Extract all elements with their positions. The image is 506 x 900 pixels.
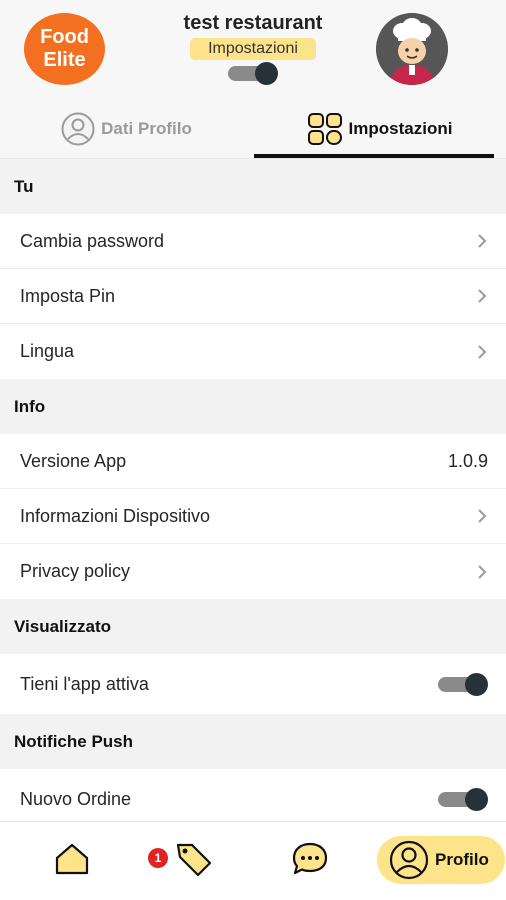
user-circle-icon: [61, 112, 95, 146]
section-header-info: Info: [0, 379, 506, 434]
toggle-knob: [465, 788, 488, 811]
nav-chat[interactable]: [290, 838, 330, 884]
chevron-right-icon: [476, 233, 488, 249]
nav-profile[interactable]: Profilo: [377, 836, 505, 884]
row-keep-app-active: Tieni l'app attiva: [0, 654, 506, 714]
row-label: Lingua: [20, 341, 75, 361]
row-label: Cambia password: [20, 230, 165, 251]
toggle-knob: [255, 62, 278, 85]
row-language[interactable]: Lingua: [0, 324, 506, 379]
tag-icon: [174, 841, 214, 882]
section-header-push: Notifiche Push: [0, 714, 506, 769]
app-version-value: 1.0.9: [447, 450, 488, 471]
row-app-version: Versione App 1.0.9: [0, 434, 506, 489]
chevron-right-icon: [476, 344, 488, 360]
tab-settings[interactable]: Impostazioni: [253, 100, 506, 158]
keep-active-toggle[interactable]: [438, 673, 488, 696]
row-device-info[interactable]: Informazioni Dispositivo: [0, 489, 506, 544]
logo-line-2: Elite: [43, 49, 86, 71]
user-circle-icon: [389, 840, 429, 880]
settings-list: Tu Cambia password Imposta Pin Lingua In…: [0, 159, 506, 829]
row-label: Tieni l'app attiva: [20, 673, 149, 694]
chevron-right-icon: [476, 564, 488, 580]
nav-profile-label: Profilo: [435, 850, 489, 869]
chevron-right-icon: [476, 288, 488, 304]
chat-icon: [291, 841, 329, 882]
row-label: Informazioni Dispositivo: [20, 505, 211, 526]
new-order-toggle[interactable]: [438, 788, 488, 811]
tab-profile-data[interactable]: Dati Profilo: [0, 100, 253, 158]
row-label: Imposta Pin: [20, 285, 116, 306]
app-header: Food Elite test restaurant Impostazioni: [0, 0, 506, 100]
row-label: Privacy policy: [20, 561, 131, 581]
row-new-order: Nuovo Ordine: [0, 769, 506, 829]
tab-profile-label: Dati Profilo: [101, 119, 192, 138]
nav-home[interactable]: [52, 838, 92, 884]
header-mode-toggle[interactable]: [228, 62, 278, 85]
offers-badge: 1: [148, 848, 168, 868]
row-set-pin[interactable]: Imposta Pin: [0, 269, 506, 324]
chevron-right-icon: [476, 508, 488, 524]
row-change-password[interactable]: Cambia password: [0, 214, 506, 269]
section-header-display: Visualizzato: [0, 599, 506, 654]
row-label: Nuovo Ordine: [20, 788, 132, 809]
section-header-you: Tu: [0, 159, 506, 214]
mode-badge: Impostazioni: [190, 38, 316, 60]
home-icon: [54, 842, 90, 881]
toggle-knob: [465, 673, 488, 696]
row-privacy-policy[interactable]: Privacy policy: [0, 544, 506, 599]
tab-bar: Dati Profilo Impostazioni: [0, 100, 506, 158]
grid-icon: [307, 112, 343, 146]
row-label: Versione App: [20, 450, 127, 471]
tab-settings-label: Impostazioni: [348, 119, 453, 138]
chef-avatar[interactable]: [376, 13, 448, 85]
bottom-navigation: 1 Profilo: [0, 821, 506, 900]
chef-avatar-icon: [376, 13, 448, 85]
nav-offers[interactable]: 1: [146, 838, 216, 884]
